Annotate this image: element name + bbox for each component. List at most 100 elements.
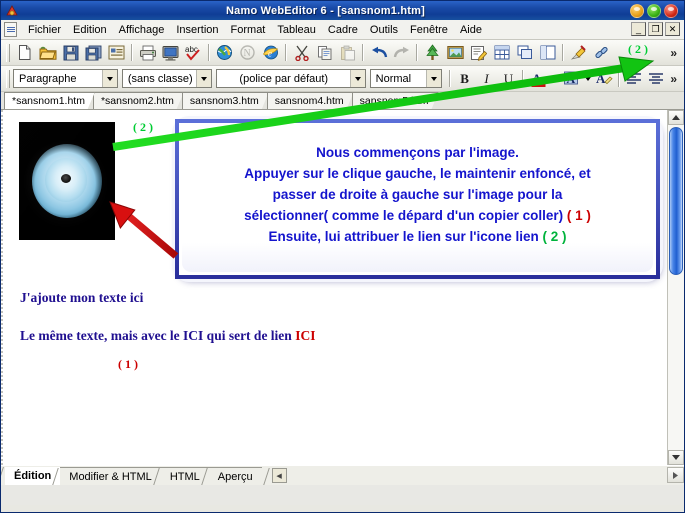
toolbar-grip[interactable]: [6, 43, 10, 62]
underline-button[interactable]: U: [498, 68, 520, 89]
cut-scissors-icon[interactable]: [290, 42, 313, 64]
menu-item-aide[interactable]: Aide: [454, 22, 488, 38]
redo-arrow-icon[interactable]: [390, 42, 413, 64]
publish-globe-icon[interactable]: [213, 42, 236, 64]
maximize-orb[interactable]: [647, 3, 661, 18]
save-icon[interactable]: [59, 42, 82, 64]
mdi-close-button[interactable]: ✕: [665, 22, 680, 36]
new-document-icon[interactable]: [13, 42, 36, 64]
menu-item-affichage[interactable]: Affichage: [113, 22, 171, 38]
font-size-combo[interactable]: Normal: [369, 69, 442, 88]
print-icon[interactable]: [136, 42, 159, 64]
chevron-down-icon[interactable]: [101, 70, 117, 87]
menu-item-outils[interactable]: Outils: [364, 22, 404, 38]
mdi-window-controls: _ ❐ ✕: [631, 22, 680, 36]
scroll-down-button[interactable]: [668, 450, 684, 465]
insert-table-icon[interactable]: [490, 42, 513, 64]
menu-item-tableau[interactable]: Tableau: [271, 22, 322, 38]
document-tab-sansnom3[interactable]: sansnom3.htm: [181, 92, 269, 109]
svg-text:A: A: [566, 72, 575, 86]
menu-item-cadre[interactable]: Cadre: [322, 22, 364, 38]
internet-explorer-icon[interactable]: e: [259, 42, 282, 64]
layer-icon[interactable]: [513, 42, 536, 64]
document-tab-sansnom1[interactable]: *sansnom1.htm: [4, 92, 95, 109]
menu-label: Insertion: [176, 23, 219, 36]
menu-item-format[interactable]: Format: [225, 22, 272, 38]
font-color-button[interactable]: A: [527, 68, 549, 89]
close-orb[interactable]: [664, 3, 678, 18]
toolbar-separator: [448, 70, 451, 87]
highlight-color-button[interactable]: A: [560, 68, 582, 89]
menu-grip-icon[interactable]: [4, 22, 17, 37]
chevron-down-icon[interactable]: [195, 70, 211, 87]
scrollbar-thumb[interactable]: [669, 127, 683, 275]
open-folder-icon[interactable]: [36, 42, 59, 64]
main-toolbar-overflow-button[interactable]: »: [667, 46, 680, 60]
tree-clipart-icon[interactable]: [421, 42, 444, 64]
copy-icon[interactable]: [313, 42, 336, 64]
view-tab-apercu[interactable]: Aperçu: [208, 466, 262, 485]
frame-icon[interactable]: [536, 42, 559, 64]
align-center-icon[interactable]: [645, 68, 667, 89]
anchor-bookmark-icon[interactable]: [567, 42, 590, 64]
paste-icon[interactable]: [336, 42, 359, 64]
edit-note-icon[interactable]: [467, 42, 490, 64]
svg-text:A: A: [532, 71, 542, 86]
chevron-down-icon[interactable]: [349, 70, 365, 87]
format-toolbar-overflow-button[interactable]: »: [667, 72, 680, 86]
bold-button[interactable]: B: [454, 68, 476, 89]
callout-marker-2: ( 2 ): [542, 229, 567, 244]
minimize-orb[interactable]: [630, 3, 644, 18]
format-toolbar: Paragraphe (sans classe) (police par déf…: [1, 66, 684, 92]
menu-item-fenetre[interactable]: Fenêtre: [404, 22, 454, 38]
document-canvas[interactable]: Nous commençons par l'image. Appuyer sur…: [1, 110, 667, 465]
mdi-minimize-button[interactable]: _: [631, 22, 646, 36]
window-controls: [630, 3, 682, 18]
scrollbar-track[interactable]: [668, 125, 684, 450]
toolbar-separator: [522, 70, 525, 87]
align-left-icon[interactable]: [623, 68, 645, 89]
scroll-up-button[interactable]: [668, 110, 684, 125]
callout-text: Ensuite, lui attribuer le lien sur l'ico…: [268, 229, 539, 244]
callout-line-1: Nous commençons par l'image.: [196, 142, 639, 163]
document-tab-sansnom2[interactable]: *sansnom2.htm: [92, 92, 184, 109]
preview-monitor-icon[interactable]: [159, 42, 182, 64]
horizontal-scroll-right-button[interactable]: [667, 467, 684, 483]
undo-arrow-icon[interactable]: [367, 42, 390, 64]
green-annotation-label-canvas: ( 2 ): [133, 120, 153, 134]
document-paragraph-1[interactable]: J'ajoute mon texte ici: [20, 290, 143, 306]
document-paragraph-2[interactable]: Le même texte, mais avec le ICI qui sert…: [20, 328, 315, 344]
italic-button[interactable]: I: [476, 68, 498, 89]
css-class-combo[interactable]: (sans classe): [121, 69, 212, 88]
disabled-site-icon[interactable]: N: [236, 42, 259, 64]
menu-label: Affichage: [118, 23, 165, 36]
menu-item-edition[interactable]: Edition: [67, 22, 113, 38]
view-tab-modifier-html[interactable]: Modifier & HTML: [60, 466, 161, 485]
spellcheck-abc-icon[interactable]: abc: [182, 42, 205, 64]
vertical-scrollbar[interactable]: [667, 110, 684, 465]
red-annotation-label: ( 1 ): [118, 357, 138, 371]
chevron-down-icon[interactable]: [425, 70, 441, 87]
paragraph-style-combo[interactable]: Paragraphe: [13, 69, 118, 88]
ici-hyperlink[interactable]: ICI: [295, 328, 315, 343]
status-bar: [1, 505, 684, 512]
hyperlink-chain-icon[interactable]: [590, 42, 613, 64]
toolbar-grip[interactable]: [6, 69, 10, 88]
font-family-combo[interactable]: (police par défaut): [215, 69, 366, 88]
document-tab-sansnom4[interactable]: sansnom4.htm: [266, 92, 354, 109]
eye-image-thumbnail[interactable]: [19, 122, 115, 240]
save-all-icon[interactable]: [82, 42, 105, 64]
tab-scroll-button[interactable]: ◀: [271, 468, 287, 483]
menu-item-fichier[interactable]: Fichier: [22, 22, 67, 38]
document-tab-sansnom5[interactable]: sansnom5.htm: [351, 92, 439, 109]
insert-image-icon[interactable]: [444, 42, 467, 64]
menu-label: Outils: [369, 23, 399, 36]
clear-formatting-button[interactable]: A: [593, 68, 615, 89]
properties-icon[interactable]: [105, 42, 128, 64]
font-color-dropdown-icon[interactable]: [549, 68, 560, 89]
mdi-restore-button[interactable]: ❐: [648, 22, 663, 36]
callout-line-2: Appuyer sur le clique gauche, le mainten…: [196, 163, 639, 184]
highlight-color-dropdown-icon[interactable]: [582, 68, 593, 89]
callout-line-3: passer de droite à gauche sur l'image po…: [196, 184, 639, 205]
menu-item-insertion[interactable]: Insertion: [170, 22, 224, 38]
